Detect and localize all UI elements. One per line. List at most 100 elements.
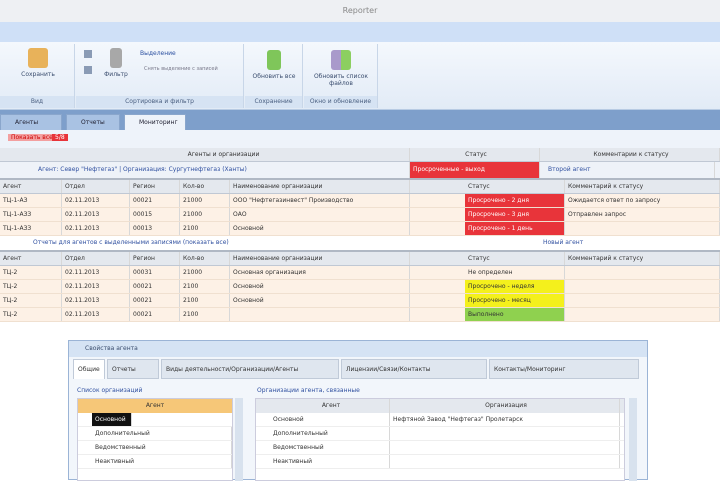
filter-icon [110, 48, 122, 68]
filter-status[interactable]: Просроченные - выход [410, 162, 540, 178]
list-item[interactable]: Дополнительный [78, 427, 232, 441]
ribbon-group-save: Обновить все Сохранение [245, 44, 303, 108]
table-row[interactable]: Ведомственный [256, 441, 624, 455]
table-cell: ТЦ-2 [0, 280, 62, 293]
tab-agents[interactable]: Агенты [0, 114, 62, 130]
column-header[interactable]: Статус [465, 180, 565, 193]
table-cell: 02.11.2013 [62, 294, 130, 307]
table-cell: 02.11.2013 [62, 208, 130, 221]
table-row[interactable]: Неактивный [256, 455, 624, 469]
table-row[interactable]: ТЦ-2 02.11.2013 00021 2100 Основной Просрочен… [0, 280, 720, 294]
table-cell: ОАО [230, 208, 410, 221]
table-cell: Основной [230, 280, 410, 293]
table-cell: Ведомственный [270, 441, 390, 454]
refresh-all-button[interactable]: Обновить все [249, 50, 299, 80]
separator-right[interactable]: Новый агент [540, 236, 660, 250]
table-cell: ТЦ-1-АЗ [0, 194, 62, 207]
filter-text[interactable]: Агент: Север "Нефтегаз" | Организация: С… [35, 162, 410, 178]
column-header[interactable]: Наименование организации [230, 180, 410, 193]
column-header[interactable]: Комментарий к статусу [565, 252, 720, 265]
column-header[interactable]: Регион [130, 252, 180, 265]
right-scrollbar[interactable] [629, 398, 637, 481]
column-header[interactable]: Регион [130, 180, 180, 193]
table-row[interactable]: ТЦ-1-АЗЗ 02.11.2013 00013 2100 Основной Проср… [0, 222, 720, 236]
grid-1: Агенты и организации Статус Комментарии … [0, 148, 720, 322]
ribbon-tab-strip [0, 22, 720, 42]
table-cell [390, 427, 620, 440]
refresh-icon [267, 50, 281, 70]
dialog-tab-reports[interactable]: Отчеты [107, 359, 159, 379]
group-label: Сохранение [245, 96, 302, 108]
column-header[interactable]: Отдел [62, 180, 130, 193]
table-row[interactable]: ТЦ-1-АЗ 02.11.2013 00021 21000 ООО "Нефтегаз… [0, 194, 720, 208]
table-cell [565, 308, 720, 321]
group-header-row: Агенты и организации Статус Комментарии … [0, 148, 720, 162]
dialog-tab-activities[interactable]: Виды деятельности/Организации/Агенты [161, 359, 339, 379]
column-header[interactable]: Организация [390, 399, 620, 413]
list-item[interactable]: Ведомственный [78, 441, 232, 455]
table-cell: Неактивный [270, 455, 390, 468]
files-icon [331, 50, 351, 70]
table-cell: 00031 [130, 266, 180, 279]
filter-button[interactable]: Фильтр [98, 48, 134, 78]
list-item[interactable]: Неактивный [78, 455, 232, 469]
table-cell: Отправлен запрос [565, 208, 720, 221]
column-header[interactable]: Отдел [62, 252, 130, 265]
table-cell: ООО "Нефтегазинвест" Производство [230, 194, 410, 207]
group-label: Вид [0, 96, 74, 108]
status-cell: Просрочено - 2 дня [465, 194, 565, 207]
grid-header: Агент Организация [256, 399, 624, 413]
sort-icon[interactable] [84, 50, 92, 90]
refresh-files-button[interactable]: Обновить список файлов [308, 50, 374, 87]
list-item-label: Дополнительный [92, 427, 232, 440]
table-row[interactable]: Дополнительный [256, 427, 624, 441]
group-header[interactable]: Статус [410, 148, 540, 161]
list-item-label: Основной [92, 413, 132, 426]
group-header[interactable]: Агенты и организации [35, 148, 410, 161]
table-row[interactable]: Основной Нефтяной Завод "Нефтегаз" Пролет… [256, 413, 624, 427]
dialog-tab-contacts[interactable]: Контакты/Мониторинг [489, 359, 639, 379]
window-title: Reporter [0, 0, 720, 22]
table-cell: ТЦ-1-АЗЗ [0, 222, 62, 235]
column-header[interactable]: Кол-во [180, 252, 230, 265]
table-cell: ТЦ-1-АЗЗ [0, 208, 62, 221]
tab-reports[interactable]: Отчеты [66, 114, 120, 130]
list-item[interactable]: Основной [78, 413, 232, 427]
column-header[interactable]: Агент [0, 180, 62, 193]
selection-button[interactable]: Выделение [140, 50, 176, 57]
dialog-tab-licenses[interactable]: Лицензии/Связи/Контакты [341, 359, 487, 379]
table-cell: Основной [270, 413, 390, 426]
column-header[interactable]: Статус [465, 252, 565, 265]
table-cell: 21000 [180, 194, 230, 207]
left-scrollbar[interactable] [235, 398, 243, 481]
table-row[interactable]: ТЦ-2 02.11.2013 00021 2100 Основной Просрочен… [0, 294, 720, 308]
table-cell: 2100 [180, 280, 230, 293]
list-header[interactable]: Агент [78, 399, 232, 413]
agent-organizations-grid: Агент Организация Основной Нефтяной Завод… [255, 398, 625, 481]
column-header[interactable]: Кол-во [180, 180, 230, 193]
column-header[interactable]: Комментарий к статусу [565, 180, 720, 193]
table-cell [565, 280, 720, 293]
status-cell: Просрочено - неделя [465, 280, 565, 293]
save-button[interactable]: Сохранить [8, 48, 68, 78]
table-cell [390, 455, 620, 468]
agent-properties-dialog: Свойства агента Общие Отчеты Виды деятел… [68, 340, 648, 481]
column-header[interactable]: Агент [270, 399, 390, 413]
table-cell: Основной [230, 294, 410, 307]
table-cell: 00021 [130, 194, 180, 207]
table-row[interactable]: ТЦ-2 02.11.2013 00021 2100 Выполнено [0, 308, 720, 322]
status-cell: Просрочено - месяц [465, 294, 565, 307]
filter-right[interactable]: Второй агент [545, 162, 715, 178]
dialog-tab-general[interactable]: Общие [73, 359, 105, 379]
tab-monitoring[interactable]: Мониторинг [124, 114, 186, 130]
separator-link[interactable]: Отчеты для агентов с выделенными записям… [30, 236, 410, 250]
table-row[interactable]: ТЦ-2 02.11.2013 00031 21000 Основная организ… [0, 266, 720, 280]
table-row[interactable]: ТЦ-1-АЗЗ 02.11.2013 00015 21000 ОАО Просрочен… [0, 208, 720, 222]
group-header[interactable]: Комментарии к статусу [540, 148, 720, 161]
table-cell: 00015 [130, 208, 180, 221]
column-header[interactable]: Наименование организации [230, 252, 410, 265]
column-header[interactable]: Агент [0, 252, 62, 265]
ribbon-group-view: Сохранить Вид [0, 44, 75, 108]
clear-selection-button[interactable]: Снять выделение с записей [144, 66, 218, 72]
show-all-link[interactable]: Показать все [8, 134, 56, 141]
